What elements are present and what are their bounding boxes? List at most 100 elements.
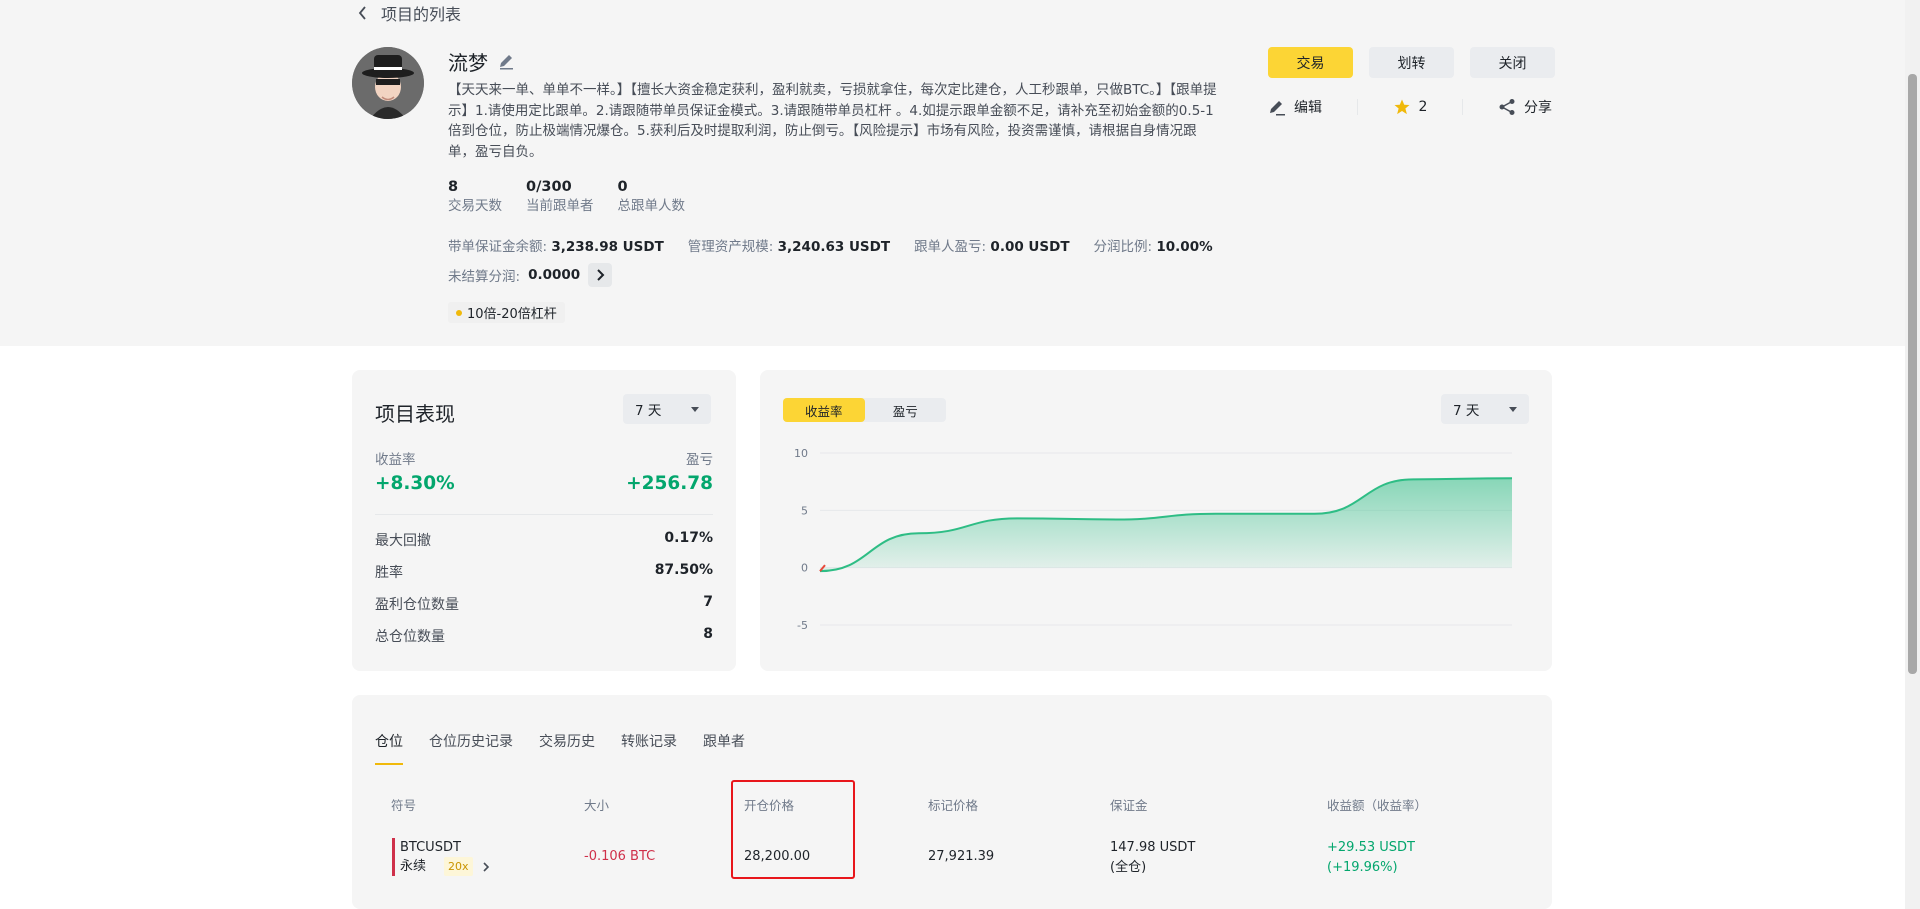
edit-action[interactable]: 编辑: [1268, 97, 1322, 117]
account-metrics: 带单保证金余额: 3,238.98 USDT 管理资产规模: 3,240.63 …: [448, 235, 1213, 255]
metric-follower-pnl: 跟单人盈亏: 0.00 USDT: [914, 235, 1069, 255]
metric-value: 3,238.98 USDT: [551, 239, 664, 255]
chevron-right-icon: [482, 861, 489, 872]
stat-label: 交易天数: [448, 198, 502, 214]
chevron-left-icon: [358, 6, 366, 20]
tab-position-history[interactable]: 仓位历史记录: [429, 731, 513, 765]
performance-title: 项目表现: [375, 402, 455, 426]
back-link[interactable]: 项目的列表: [357, 1, 461, 25]
roi-chart: 10 5 0 -5: [794, 447, 1513, 632]
edit-name-icon[interactable]: [498, 53, 515, 70]
positions-card: 仓位 仓位历史记录 交易历史 转账记录 跟单者 符号 大小 开仓价格 标记价格 …: [352, 695, 1552, 909]
positions-tabs: 仓位 仓位历史记录 交易历史 转账记录 跟单者: [375, 731, 745, 765]
pencil-icon: [1270, 100, 1285, 115]
close-button[interactable]: 关闭: [1470, 47, 1555, 78]
stat-label: 当前跟单者: [526, 198, 594, 214]
y-tick-label: 5: [801, 504, 808, 517]
position-pnl: +29.53 USDT (+19.96%): [1327, 838, 1415, 878]
chart-card: 收益率 盈亏 7 天 10 5 0 -5: [760, 370, 1552, 671]
row-value: 0.17%: [664, 530, 713, 546]
tab-followers[interactable]: 跟单者: [703, 731, 745, 765]
tab-trade-history[interactable]: 交易历史: [539, 731, 595, 765]
trader-description: 【天天来一单、单单不一样。】【擅长大资金稳定获利，盈利就卖，亏损就拿住，每次定比…: [448, 82, 1217, 160]
metric-value: 3,240.63 USDT: [777, 239, 891, 255]
header-mark-price: 标记价格: [928, 798, 979, 813]
stat-value: 0: [617, 179, 628, 195]
divider: [1356, 99, 1358, 115]
caret-down-icon: [691, 406, 699, 412]
page-scrollbar[interactable]: [1905, 0, 1920, 909]
performance-period-dropdown[interactable]: 7 天: [623, 394, 711, 424]
leverage-badge: 20x: [444, 857, 473, 876]
stat-label: 总跟单人数: [617, 198, 686, 214]
chevron-right-icon: [597, 269, 605, 281]
favorite-action[interactable]: 2: [1393, 98, 1428, 116]
stat-total-followers: 0 总跟单人数: [618, 178, 686, 216]
position-symbol[interactable]: BTCUSDT 永续 20x: [400, 838, 490, 876]
metric-label: 管理资产规模:: [687, 239, 774, 255]
short-side-indicator: [392, 838, 395, 876]
row-label: 胜率: [375, 565, 403, 581]
stat-current-followers: 0/300 当前跟单者: [526, 178, 594, 216]
metric-profit-share: 分润比例: 10.00%: [1094, 235, 1213, 255]
performance-card: 项目表现 7 天 收益率 盈亏 +8.30% +256.78 最大回撤 0.17%…: [352, 370, 736, 671]
share-label: 分享: [1523, 100, 1552, 116]
win-rate-row: 胜率 87.50%: [375, 562, 713, 582]
tag-dot: [456, 309, 462, 316]
tab-transfer-history[interactable]: 转账记录: [621, 731, 677, 765]
header-symbol: 符号: [391, 798, 417, 813]
metric-value: 0.00 USDT: [990, 239, 1070, 255]
metric-value: 10.00%: [1156, 239, 1213, 255]
contract-type: 永续: [400, 859, 427, 874]
metric-label: 跟单人盈亏:: [914, 239, 987, 255]
y-tick-label: 0: [801, 562, 808, 575]
stat-value: 8: [448, 179, 459, 195]
header-size: 大小: [584, 798, 610, 813]
header-margin: 保证金: [1110, 798, 1148, 813]
trader-name: 流梦: [448, 51, 488, 75]
unsettled-details-button[interactable]: [588, 263, 613, 287]
pnl-label: 盈亏: [686, 452, 713, 468]
trade-button[interactable]: 交易: [1268, 47, 1353, 78]
margin-value: 147.98 USDT: [1110, 840, 1196, 855]
metric-aum: 管理资产规模: 3,240.63 USDT: [688, 235, 890, 255]
max-drawdown-row: 最大回撤 0.17%: [375, 530, 713, 550]
entry-price-highlight-box: [731, 780, 855, 879]
share-icon: [1499, 99, 1515, 115]
roi-label: 收益率: [375, 452, 416, 468]
scrollbar-thumb[interactable]: [1908, 74, 1917, 674]
stat-trading-days: 8 交易天数: [448, 178, 502, 216]
metric-label: 分润比例:: [1093, 239, 1153, 255]
tag-label: 10倍-20倍杠杆: [467, 307, 557, 322]
unsettled-profit-share: 未结算分润: 0.0000: [448, 263, 613, 287]
star-icon: [1394, 99, 1410, 115]
spy-avatar-icon: [352, 47, 424, 119]
row-label: 盈利仓位数量: [375, 597, 459, 613]
profitable-positions-row: 盈利仓位数量 7: [375, 594, 713, 614]
roi-area: [820, 478, 1512, 572]
tab-positions[interactable]: 仓位: [375, 731, 403, 765]
row-label: 总仓位数量: [375, 629, 445, 645]
pnl-roe: (+19.96%): [1327, 860, 1398, 875]
leverage-tag: 10倍-20倍杠杆: [448, 302, 565, 323]
y-tick-label: -5: [797, 619, 808, 632]
pnl-amount: +29.53 USDT: [1327, 840, 1415, 855]
position-margin: 147.98 USDT (全仓): [1110, 838, 1195, 878]
row-value: 87.50%: [654, 562, 713, 578]
metric-margin-balance: 带单保证金余额: 3,238.98 USDT: [448, 235, 664, 255]
stat-value: 0/300: [526, 179, 572, 195]
unsettled-value: 0.0000: [528, 267, 581, 283]
profile-header-background: [0, 0, 1920, 346]
back-label: 项目的列表: [381, 5, 462, 24]
trader-stats: 8 交易天数 0/300 当前跟单者 0 总跟单人数: [448, 178, 685, 216]
roi-value: +8.30%: [375, 473, 455, 494]
position-size: -0.106 BTC: [584, 849, 656, 864]
unsettled-label: 未结算分润:: [448, 269, 521, 285]
margin-mode: (全仓): [1110, 860, 1147, 875]
pnl-value: +256.78: [626, 473, 713, 494]
transfer-button[interactable]: 划转: [1369, 47, 1454, 78]
period-label: 7 天: [635, 403, 662, 419]
share-action[interactable]: 分享: [1498, 97, 1552, 117]
mark-price: 27,921.39: [928, 849, 995, 864]
favorite-count: 2: [1418, 99, 1428, 115]
